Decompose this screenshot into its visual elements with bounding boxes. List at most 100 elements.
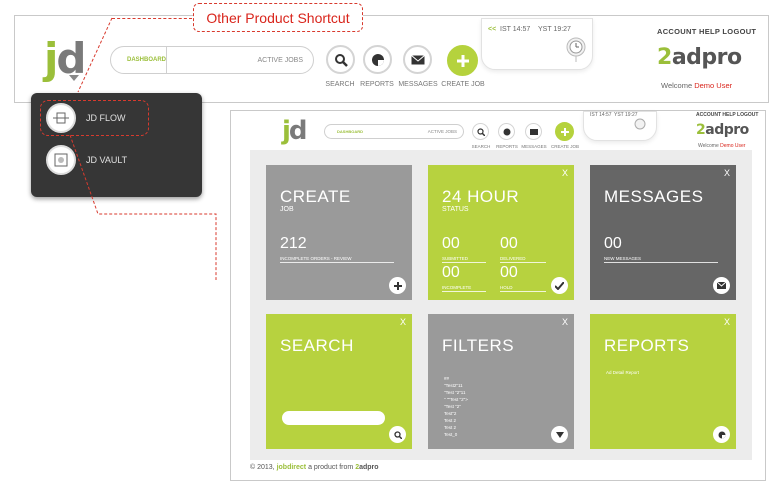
incomplete-label: INCOMPLETE: [442, 285, 486, 292]
close-icon[interactable]: X: [562, 317, 568, 327]
envelope-icon: [410, 54, 425, 64]
search-input[interactable]: [282, 411, 385, 425]
messages-button[interactable]: [403, 45, 432, 74]
new-messages-count: 00: [604, 235, 622, 252]
create-job-button[interactable]: [447, 45, 478, 76]
pie-chart-icon: [718, 431, 725, 438]
callout-connector: [112, 18, 192, 19]
create-add-button[interactable]: [389, 277, 406, 294]
ist-time: IST 14:57: [500, 26, 531, 33]
pill-divider: [166, 47, 186, 73]
search-tile[interactable]: X SEARCH: [266, 314, 412, 449]
inner-search-button[interactable]: [472, 123, 489, 140]
inner-2adpro-logo: 2adpro: [696, 122, 749, 138]
filter-item[interactable]: Test 2: [444, 417, 468, 424]
tile-subtitle: JOB: [280, 206, 294, 213]
active-jobs-label[interactable]: ACTIVE JOBS: [257, 57, 303, 64]
user-name-link[interactable]: Demo User: [694, 81, 732, 90]
tile-subtitle: STATUS: [442, 206, 469, 213]
incomplete-label[interactable]: Incomplete Orders - Review: [280, 256, 394, 263]
inner-user-link[interactable]: Demo User: [720, 143, 745, 149]
search-icon: [393, 430, 402, 439]
check-icon: [555, 281, 564, 290]
inner-ist-time: IST 14:57: [590, 112, 612, 118]
filter-item[interactable]: "Test2"11: [444, 382, 468, 389]
ad-detail-report-link[interactable]: Ad Detail Report: [606, 370, 639, 375]
filter-list: ## "Test2"11 "Test "2"11 " ""Test "2"> "…: [444, 375, 468, 438]
2adpro-logo: 2adpro: [657, 45, 742, 70]
clock-icon[interactable]: [565, 37, 587, 63]
plus-icon: [393, 281, 402, 290]
messages-envelope-button[interactable]: [713, 277, 730, 294]
tile-title: CREATE: [280, 187, 351, 206]
filter-item[interactable]: "Test "2": [444, 403, 468, 410]
inner-create-job-button[interactable]: [555, 122, 574, 141]
create-job-tile[interactable]: CREATE JOB 212 Incomplete Orders - Revie…: [266, 165, 412, 300]
tile-title: REPORTS: [604, 336, 690, 355]
filter-item[interactable]: " ""Test "2">: [444, 396, 468, 403]
close-icon[interactable]: X: [562, 168, 568, 178]
filter-item[interactable]: Test_0: [444, 431, 468, 438]
callout-connector-line: [77, 17, 113, 93]
inner-create-job-caption[interactable]: CREATE JOB: [548, 144, 582, 149]
welcome-text: Welcome Demo User: [661, 81, 733, 90]
submitted-count: 00: [442, 235, 460, 252]
close-icon[interactable]: X: [400, 317, 406, 327]
filters-tile[interactable]: X FILTERS ## "Test2"11 "Test "2"11 " ""T…: [428, 314, 574, 449]
reports-button[interactable]: [363, 45, 392, 74]
hold-label: HOLD: [500, 285, 546, 292]
filter-item[interactable]: Test"2: [444, 410, 468, 417]
search-icon: [334, 53, 348, 67]
filters-dropdown-button[interactable]: [551, 426, 568, 443]
plus-icon: [456, 54, 469, 67]
inner-reports-caption[interactable]: REPORTS: [494, 144, 520, 149]
dashboard-search-pill[interactable]: DASHBOARD ACTIVE JOBS: [110, 46, 314, 74]
reports-pie-button[interactable]: [713, 426, 730, 443]
jobdirect-brand: jobdirect: [276, 464, 307, 471]
reports-tile[interactable]: X REPORTS Ad Detail Report: [590, 314, 736, 449]
delivered-label: DELIVERED: [500, 256, 546, 263]
collapse-arrow[interactable]: <<: [488, 26, 496, 33]
close-icon[interactable]: X: [724, 317, 730, 327]
dashboard-label[interactable]: DASHBOARD: [127, 57, 166, 63]
status-check-button[interactable]: [551, 277, 568, 294]
other-product-shortcut-callout: Other Product Shortcut: [193, 3, 363, 32]
filter-item[interactable]: ##: [444, 375, 468, 382]
search-button[interactable]: [326, 45, 355, 74]
messages-tile[interactable]: X MESSAGES 00 NEW MESSAGES: [590, 165, 736, 300]
status-tile[interactable]: X 24 HOUR STATUS 00 SUBMITTED 00 DELIVER…: [428, 165, 574, 300]
inner-welcome: Welcome Demo User: [698, 143, 746, 149]
messages-caption[interactable]: MESSAGES: [395, 81, 441, 88]
inner-account-links[interactable]: ACCOUNT HELP LOGOUT: [696, 112, 758, 118]
jd-flow-highlight: [40, 100, 149, 136]
pie-chart-icon: [371, 53, 384, 66]
inner-dashboard-pill[interactable]: DASHBOARD ACTIVE JOBS: [324, 124, 464, 139]
highlight-connector: [69, 134, 217, 280]
close-icon[interactable]: X: [724, 168, 730, 178]
inner-clock-icon[interactable]: [634, 118, 646, 137]
inner-jd-logo[interactable]: jd: [282, 116, 308, 146]
new-messages-label[interactable]: NEW MESSAGES: [604, 256, 718, 263]
incomplete-count: 00: [442, 264, 460, 281]
triangle-down-icon: [555, 431, 564, 438]
account-help-logout-links[interactable]: ACCOUNT HELP LOGOUT: [657, 27, 756, 36]
inner-search-caption[interactable]: SEARCH: [468, 144, 494, 149]
tile-title: MESSAGES: [604, 187, 704, 206]
envelope-icon: [717, 282, 726, 289]
inner-messages-button[interactable]: [525, 123, 542, 140]
reports-caption[interactable]: REPORTS: [355, 81, 399, 88]
filter-item[interactable]: Test 2: [444, 424, 468, 431]
yst-time: YST 19:27: [538, 26, 571, 33]
tile-title: FILTERS: [442, 336, 515, 355]
delivered-count: 00: [500, 235, 518, 252]
inner-messages-caption[interactable]: MESSAGES: [520, 144, 548, 149]
inner-reports-button[interactable]: [498, 123, 515, 140]
tile-title: 24 HOUR: [442, 187, 520, 206]
search-go-button[interactable]: [389, 426, 406, 443]
submitted-label: SUBMITTED: [442, 256, 486, 263]
filter-item[interactable]: "Test "2"11: [444, 389, 468, 396]
incomplete-count: 212: [280, 235, 307, 252]
hold-count: 00: [500, 264, 518, 281]
tile-title: SEARCH: [280, 336, 354, 355]
create-job-caption[interactable]: CREATE JOB: [437, 81, 489, 88]
